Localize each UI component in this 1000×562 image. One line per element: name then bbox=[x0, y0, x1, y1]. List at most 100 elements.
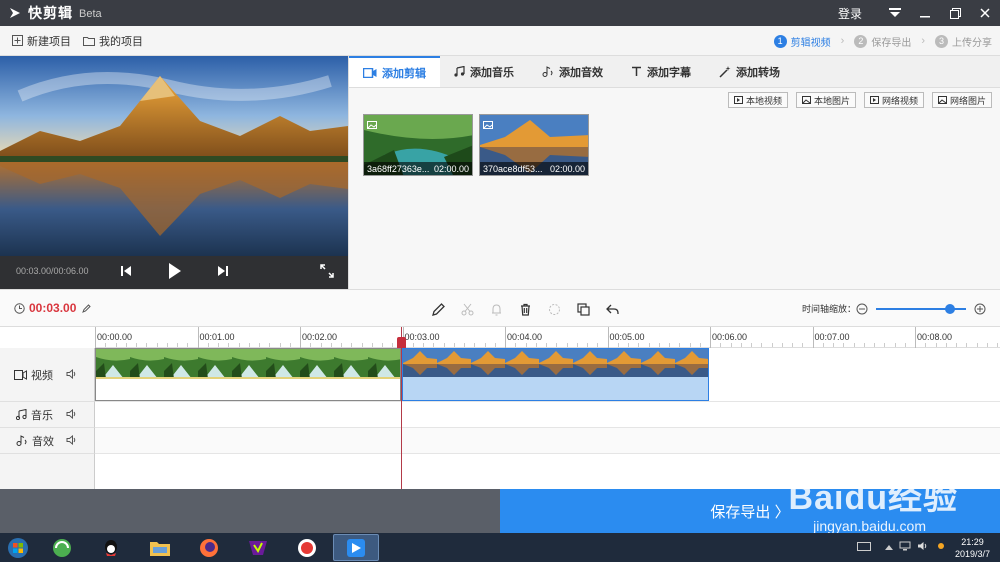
ruler-tick-minor bbox=[423, 343, 424, 347]
volume-icon[interactable] bbox=[66, 434, 77, 448]
track-header-video: 视频 bbox=[0, 348, 95, 402]
video-preview: 00:03.00/00:06.00 bbox=[0, 56, 348, 289]
play-icon[interactable] bbox=[168, 262, 182, 283]
pencil-icon[interactable] bbox=[424, 300, 453, 318]
local-image-button[interactable]: 本地图片 bbox=[795, 92, 856, 108]
edit-pencil-icon[interactable] bbox=[82, 303, 92, 313]
start-button-icon[interactable] bbox=[0, 533, 36, 562]
ruler-tick-minor bbox=[617, 343, 619, 347]
watermark-logo: Baidu经验 bbox=[788, 479, 958, 517]
music-track-row[interactable] bbox=[95, 402, 1000, 428]
undo-icon[interactable] bbox=[598, 300, 627, 318]
image-type-icon bbox=[483, 118, 493, 132]
previous-frame-icon[interactable] bbox=[120, 264, 132, 281]
track-name-sfx: 音效 bbox=[32, 435, 54, 448]
player-controls: 00:03.00/00:06.00 bbox=[0, 256, 348, 289]
my-projects-button[interactable]: 我的项目 bbox=[83, 33, 143, 49]
login-button[interactable]: 登录 bbox=[838, 5, 862, 22]
taskbar-app-recorder-icon[interactable] bbox=[284, 534, 330, 561]
fullscreen-icon[interactable] bbox=[320, 264, 334, 281]
ruler-tick-major bbox=[812, 327, 814, 348]
step-share[interactable]: 3 上传分享 bbox=[935, 34, 992, 49]
volume-icon[interactable] bbox=[66, 408, 77, 422]
media-thumbnail-forest[interactable]: 3a68ff27363e... 02:00.00 bbox=[363, 114, 473, 176]
close-icon[interactable] bbox=[970, 0, 1000, 26]
keyboard-icon[interactable] bbox=[856, 541, 871, 554]
maximize-icon[interactable] bbox=[940, 0, 970, 26]
volume-icon[interactable] bbox=[917, 541, 929, 554]
weather-icon[interactable] bbox=[935, 541, 947, 554]
baidu-watermark: Baidu经验 jingyan.baidu.com bbox=[752, 466, 982, 538]
zoom-out-icon[interactable] bbox=[856, 303, 868, 315]
step-edit[interactable]: 1 剪辑视频 bbox=[773, 34, 831, 49]
ruler-tick-minor bbox=[392, 343, 394, 347]
thumbnail-caption: 3a68ff27363e... 02:00.00 bbox=[364, 162, 472, 175]
video-clip-forest[interactable] bbox=[95, 348, 401, 401]
ruler-tick-minor bbox=[966, 343, 968, 347]
ruler-tick-minor bbox=[289, 343, 291, 347]
online-video-button[interactable]: 网络视频 bbox=[863, 92, 924, 108]
taskbar-app-qq-icon[interactable] bbox=[88, 534, 134, 561]
system-clock[interactable]: 21:29 2019/3/7 bbox=[955, 536, 990, 560]
image-icon bbox=[801, 96, 811, 104]
next-frame-icon[interactable] bbox=[217, 264, 229, 281]
video-track-row bbox=[95, 348, 1000, 402]
online-image-button[interactable]: 网络图片 bbox=[931, 92, 992, 108]
ruler-tick-minor bbox=[474, 343, 476, 347]
ruler-tick-minor bbox=[884, 343, 886, 347]
playhead-handle[interactable] bbox=[397, 337, 406, 348]
media-thumbnail-mountain[interactable]: 370ace8df53... 02:00.00 bbox=[479, 114, 589, 176]
ruler-tick-major bbox=[505, 327, 506, 348]
scissors-icon[interactable] bbox=[453, 300, 482, 318]
zoom-in-icon[interactable] bbox=[974, 303, 986, 315]
ruler-tick-minor bbox=[556, 343, 558, 347]
sfx-track-row[interactable] bbox=[95, 428, 1000, 454]
ruler-tick-minor bbox=[269, 343, 271, 347]
local-video-button[interactable]: 本地视频 bbox=[727, 92, 788, 108]
tab-add-transition[interactable]: 添加转场 bbox=[705, 56, 794, 87]
ruler-tick-minor bbox=[853, 343, 855, 347]
minimize-icon[interactable] bbox=[910, 0, 940, 26]
ruler-tick-minor bbox=[976, 343, 978, 347]
tab-add-sfx[interactable]: 添加音效 bbox=[528, 56, 617, 87]
taskbar-app-media-icon[interactable] bbox=[235, 534, 281, 561]
ruler-tick-minor bbox=[443, 343, 445, 347]
taskbar-app-explorer-icon[interactable] bbox=[137, 534, 183, 561]
video-clip-mountain[interactable] bbox=[402, 348, 709, 401]
step-export[interactable]: 2 保存导出 bbox=[854, 34, 911, 49]
tray-expand-icon[interactable] bbox=[884, 542, 893, 553]
current-time: 00:03.00 bbox=[29, 301, 77, 315]
zoom-slider[interactable] bbox=[876, 303, 966, 314]
watermark-url: jingyan.baidu.com bbox=[813, 518, 926, 534]
crop-icon[interactable] bbox=[540, 300, 569, 318]
tab-add-music[interactable]: 添加音乐 bbox=[440, 56, 528, 87]
taskbar-app-kuaijianji-icon[interactable] bbox=[333, 534, 379, 561]
bell-icon[interactable] bbox=[482, 300, 511, 318]
menu-dropdown-icon[interactable] bbox=[880, 0, 910, 26]
ruler-tick-minor bbox=[310, 343, 312, 347]
trash-icon[interactable] bbox=[511, 300, 540, 318]
ruler-tick-minor bbox=[248, 343, 250, 347]
ruler-label: 00:05.00 bbox=[609, 332, 645, 342]
network-icon[interactable] bbox=[899, 541, 911, 554]
ruler-tick-minor bbox=[863, 343, 865, 347]
ruler-tick-minor bbox=[648, 343, 650, 347]
ruler-tick-minor bbox=[874, 343, 875, 347]
new-project-button[interactable]: 新建项目 bbox=[12, 33, 71, 49]
ruler-label: 00:01.00 bbox=[199, 332, 235, 342]
ruler-tick-major bbox=[95, 327, 96, 348]
ruler-tick-minor bbox=[259, 343, 260, 347]
ruler-tick-major bbox=[197, 327, 199, 348]
taskbar-app-browser-icon[interactable] bbox=[39, 534, 85, 561]
video-track-icon bbox=[14, 369, 27, 380]
time-ruler[interactable]: 00:00.00 00:01.00 00:02.00 00:03.00 00:04.00… bbox=[95, 327, 1000, 348]
zoom-slider-handle[interactable] bbox=[944, 303, 955, 314]
ruler-tick-minor bbox=[320, 343, 322, 347]
tab-add-subtitle[interactable]: 添加字幕 bbox=[617, 56, 705, 87]
music-note-icon bbox=[16, 409, 27, 420]
tab-add-clip[interactable]: 添加剪辑 bbox=[349, 56, 440, 87]
volume-icon[interactable] bbox=[66, 368, 77, 382]
copy-icon[interactable] bbox=[569, 300, 598, 318]
taskbar-app-firefox-icon[interactable] bbox=[186, 534, 232, 561]
ruler-tick-minor bbox=[638, 343, 640, 347]
